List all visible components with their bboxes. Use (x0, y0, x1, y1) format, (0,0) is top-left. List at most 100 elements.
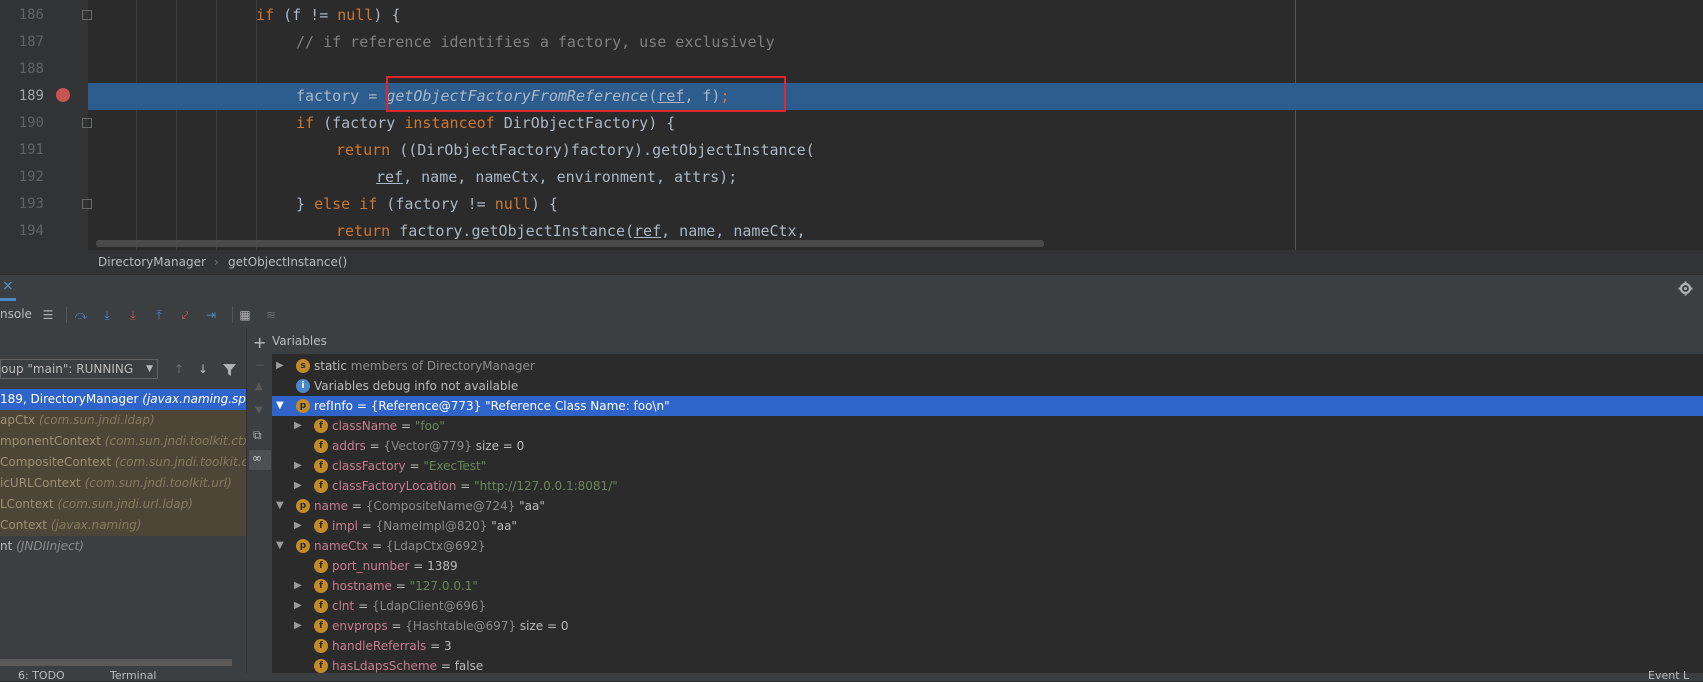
variable-row[interactable]: ▶ f hostname = "127.0.0.1" (272, 576, 1703, 596)
step-over-icon[interactable]: ⤼ (74, 308, 88, 322)
collapse-arrow-icon[interactable]: ▼ (276, 496, 286, 516)
code-line-189-current[interactable]: factory = getObjectFactoryFromReference(… (88, 83, 1703, 110)
variables-header: Variables (272, 328, 1703, 354)
variable-ref: {LdapCtx@692} (385, 539, 486, 553)
variable-row[interactable]: ▶ f clnt = {LdapClient@696} (272, 596, 1703, 616)
minus-icon[interactable]: − (255, 358, 265, 372)
frame-package: (com.sun.jndi.toolkit.url) (84, 476, 232, 490)
breadcrumb-class[interactable]: DirectoryManager (98, 255, 206, 269)
code-editor[interactable]: 186 if (f != null) { 187 // if reference… (0, 0, 1703, 250)
drop-frame-icon[interactable]: ⤦ (178, 308, 192, 322)
thread-select[interactable]: oup "main": RUNNING ▼ (0, 359, 158, 379)
frame-item[interactable]: nt (JNDIInject) (0, 536, 246, 557)
filter-icon[interactable] (223, 364, 236, 376)
line-number: 190 (18, 115, 44, 131)
variable-row[interactable]: ▶ f impl = {NameImpl@820} "aa" (272, 516, 1703, 536)
frame-item[interactable]: icURLContext (com.sun.jndi.toolkit.url) (0, 473, 246, 494)
tab-event-log[interactable]: Event L (1648, 669, 1689, 682)
field-icon: f (314, 519, 328, 533)
frame-item[interactable]: mponentContext (com.sun.jndi.toolkit.ctx… (0, 431, 246, 452)
arrow-up-icon[interactable]: ↑ (174, 362, 184, 376)
run-to-cursor-icon[interactable]: ⇥ (204, 308, 218, 322)
code-line-192[interactable]: ref, name, nameCtx, environment, attrs); (88, 164, 1703, 191)
collapse-arrow-icon[interactable]: ▼ (276, 536, 286, 556)
force-step-into-icon[interactable]: ⤓ (126, 308, 140, 322)
frames-scrollbar[interactable] (0, 659, 232, 666)
frame-method: 189, DirectoryManager (0, 392, 139, 406)
code-text: factory = (296, 87, 387, 105)
collapse-arrow-icon[interactable]: ▼ (276, 396, 286, 416)
variable-row[interactable]: ▶ s static members of DirectoryManager (272, 356, 1703, 376)
variable-row[interactable]: ▼ p name = {CompositeName@724} "aa" (272, 496, 1703, 516)
breakpoint-icon[interactable] (56, 88, 70, 102)
variable-row[interactable]: ▶ f classFactory = "ExecTest" (272, 456, 1703, 476)
arrow-down-icon[interactable]: ↓ (198, 362, 208, 376)
variable-row[interactable]: f addrs = {Vector@779} size = 0 (272, 436, 1703, 456)
expand-arrow-icon[interactable]: ▶ (294, 456, 304, 476)
frame-item[interactable]: CompositeContext (com.sun.jndi.toolkit.c… (0, 452, 246, 473)
expand-arrow-icon[interactable]: ▶ (276, 356, 286, 376)
variable-row[interactable]: f handleReferrals = 3 (272, 636, 1703, 656)
variable-text: classFactory = "ExecTest" (332, 456, 486, 476)
code-line-190[interactable]: if (factory instanceof DirObjectFactory)… (88, 110, 1703, 137)
code-line-186[interactable]: if (f != null) { (88, 2, 1703, 29)
variable-row[interactable]: i Variables debug info not available (272, 376, 1703, 396)
line-number-current: 189 (18, 88, 44, 104)
expand-arrow-icon[interactable]: ▶ (294, 476, 304, 496)
variable-name: handleReferrals (332, 639, 427, 653)
add-watch-icon[interactable]: + (253, 333, 266, 352)
gear-icon[interactable] (1678, 281, 1693, 296)
move-down-icon[interactable]: ▼ (255, 405, 263, 416)
variable-ref: {NameImpl@820} (375, 519, 488, 533)
tab-todo[interactable]: 6: TODO (18, 669, 65, 682)
watches-toggle[interactable]: ∞ (249, 450, 271, 470)
variable-row[interactable]: ▼ p nameCtx = {LdapCtx@692} (272, 536, 1703, 556)
variables-side-toolbar: + − ▲ ▼ ⧉ ∞ (246, 328, 273, 673)
frame-item[interactable]: 189, DirectoryManager (javax.naming.spi) (0, 389, 246, 410)
line-number: 186 (18, 7, 44, 23)
variable-row[interactable]: f port_number = 1389 (272, 556, 1703, 576)
horizontal-scrollbar[interactable] (96, 240, 1044, 247)
debug-panel-header: × (0, 274, 1703, 302)
equals-sign: = (405, 459, 424, 473)
variable-row[interactable]: ▶ f className = "foo" (272, 416, 1703, 436)
expand-arrow-icon[interactable]: ▶ (294, 416, 304, 436)
variable-value: size = 0 (471, 439, 525, 453)
frame-item[interactable]: Context (javax.naming) (0, 515, 246, 536)
variable-text: classFactoryLocation = "http://127.0.0.1… (332, 476, 618, 496)
move-up-icon[interactable]: ▲ (255, 381, 263, 392)
tab-console[interactable]: nsole (0, 307, 32, 321)
toolbar-divider (66, 307, 67, 323)
breadcrumb-method[interactable]: getObjectInstance() (228, 255, 347, 269)
frames-menu-icon[interactable]: ☰ (41, 308, 55, 322)
tab-terminal[interactable]: Terminal (110, 669, 157, 682)
variable-row[interactable]: ▶ f envprops = {Hashtable@697} size = 0 (272, 616, 1703, 636)
variable-value: "ExecTest" (423, 459, 487, 473)
keyword: return (336, 141, 391, 159)
variable-text: nameCtx = {LdapCtx@692} (314, 536, 486, 556)
code-line-187[interactable]: // if reference identifies a factory, us… (88, 29, 1703, 56)
evaluate-expression-icon[interactable]: ▦ (238, 308, 252, 322)
variable-text: refInfo = {Reference@773} "Reference Cla… (314, 396, 670, 416)
field-icon: f (314, 619, 328, 633)
step-into-icon[interactable]: ⤓ (100, 308, 114, 322)
close-icon[interactable]: × (2, 278, 14, 294)
expand-arrow-icon[interactable]: ▶ (294, 616, 304, 636)
expand-arrow-icon[interactable]: ▶ (294, 596, 304, 616)
copy-icon[interactable]: ⧉ (253, 428, 262, 443)
frame-item[interactable]: apCtx (com.sun.jndi.ldap) (0, 410, 246, 431)
frame-package: (com.sun.jndi.url.ldap) (57, 497, 193, 511)
step-out-icon[interactable]: ⤒ (152, 308, 166, 322)
expand-arrow-icon[interactable]: ▶ (294, 576, 304, 596)
trace-icon[interactable]: ≋ (264, 308, 278, 322)
code-line-193[interactable]: } else if (factory != null) { (88, 191, 1703, 218)
variable-row[interactable]: ▼ p refInfo = {Reference@773} "Reference C… (272, 396, 1703, 416)
variable-ref: members of DirectoryManager (350, 359, 535, 373)
code-line-191[interactable]: return ((DirObjectFactory)factory).getOb… (88, 137, 1703, 164)
frame-item[interactable]: LContext (com.sun.jndi.url.ldap) (0, 494, 246, 515)
keyword: instanceof (404, 114, 495, 132)
variable-row[interactable]: ▶ f classFactoryLocation = "http://127.0.0… (272, 476, 1703, 496)
line-number: 192 (18, 169, 44, 185)
equals-sign: = (387, 619, 406, 633)
expand-arrow-icon[interactable]: ▶ (294, 516, 304, 536)
